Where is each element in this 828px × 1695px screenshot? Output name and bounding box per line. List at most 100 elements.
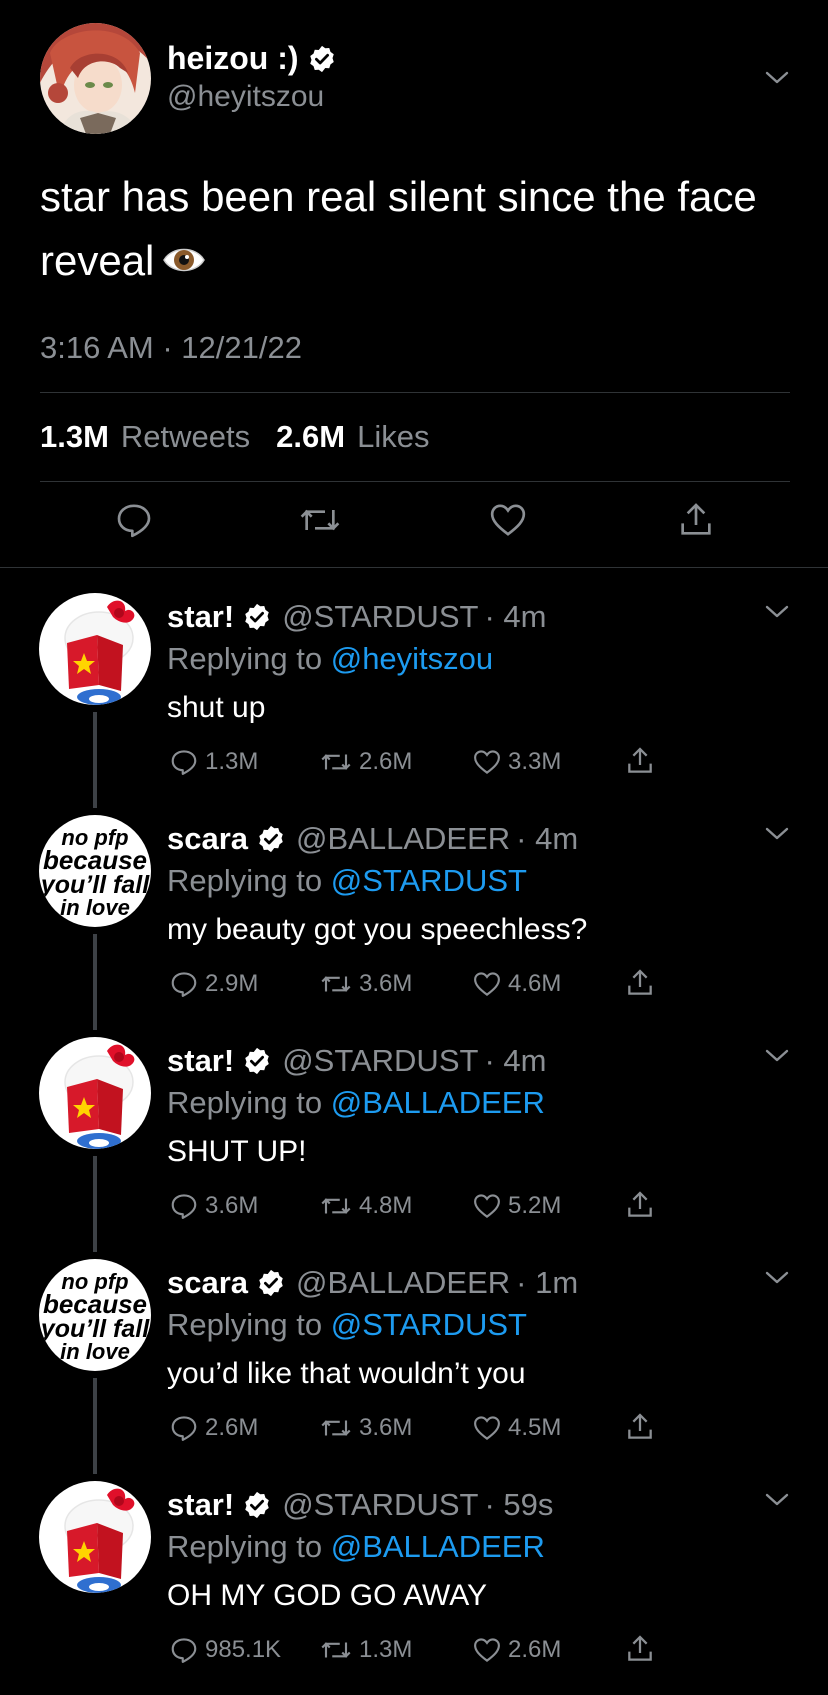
share-icon xyxy=(624,1633,656,1665)
handle[interactable]: @STARDUST xyxy=(282,599,478,635)
like-button[interactable]: 4.6M xyxy=(472,969,561,999)
star-avatar[interactable] xyxy=(39,1037,151,1149)
reply-button[interactable]: 3.6M xyxy=(169,1191,258,1221)
likes-count[interactable]: 2.6M xyxy=(276,419,345,455)
tweet-age: · 4m xyxy=(516,821,579,856)
replying-to-handle[interactable]: @STARDUST xyxy=(331,863,527,898)
retweets-count[interactable]: 1.3M xyxy=(40,419,109,455)
likes-label[interactable]: Likes xyxy=(357,419,429,455)
chevron-down-icon[interactable] xyxy=(765,1493,789,1512)
reply-icon[interactable] xyxy=(114,500,154,545)
replying-to: Replying to @STARDUST xyxy=(167,863,527,899)
retweet-icon[interactable] xyxy=(298,500,342,545)
share-icon xyxy=(624,967,656,999)
replying-to: Replying to @STARDUST xyxy=(167,1307,527,1343)
like-count: 5.2M xyxy=(508,1192,562,1219)
chevron-down-icon[interactable] xyxy=(765,1049,789,1068)
like-heart-icon xyxy=(472,969,502,999)
display-name[interactable]: scara xyxy=(167,821,248,857)
like-button[interactable]: 4.5M xyxy=(472,1413,561,1443)
replying-to-handle[interactable]: @BALLADEER xyxy=(331,1085,545,1120)
reply-button[interactable]: 1.3M xyxy=(169,747,258,777)
display-name[interactable]: star! xyxy=(167,599,234,635)
reply-icon xyxy=(169,1413,199,1443)
reply-tweet[interactable]: star! @STARDUST · 4m Replying to @BALLAD… xyxy=(0,1029,828,1251)
chevron-down-icon[interactable] xyxy=(765,605,789,624)
handle[interactable]: @BALLADEER xyxy=(296,1265,510,1301)
reply-text: shut up xyxy=(167,691,266,724)
like-button[interactable]: 3.3M xyxy=(472,747,561,777)
reply-header: star! @STARDUST · 4m xyxy=(167,599,546,635)
display-name[interactable]: star! xyxy=(167,1043,234,1079)
handle[interactable]: @BALLADEER xyxy=(296,821,510,857)
verified-badge-icon xyxy=(256,1268,286,1298)
main-action-bar xyxy=(0,500,828,550)
scara-avatar[interactable]: no pfp because you’ll fall in love xyxy=(39,815,151,927)
tweet-timestamp: 3:16 AM · 12/21/22 xyxy=(40,330,302,365)
display-name[interactable]: star! xyxy=(167,1487,234,1523)
heizou-avatar[interactable] xyxy=(40,23,151,134)
scara-avatar[interactable]: no pfp because you’ll fall in love xyxy=(39,1259,151,1371)
retweet-button[interactable]: 3.6M xyxy=(319,969,412,999)
verified-badge-icon xyxy=(242,602,272,632)
main-author-name[interactable]: heizou :) xyxy=(167,40,337,77)
retweet-icon xyxy=(319,1635,353,1665)
reply-count: 985.1K xyxy=(205,1636,282,1663)
reply-count: 3.6M xyxy=(205,1192,259,1219)
share-button[interactable] xyxy=(624,1633,656,1665)
eye-emoji-icon xyxy=(162,232,206,296)
star-avatar[interactable] xyxy=(39,1481,151,1593)
retweets-label[interactable]: Retweets xyxy=(121,419,250,455)
like-heart-icon xyxy=(472,1635,502,1665)
reply-tweet[interactable]: no pfp because you’ll fall in love scara… xyxy=(0,1251,828,1473)
reply-tweet[interactable]: no pfp because you’ll fall in love scara… xyxy=(0,807,828,1029)
reply-header: scara @BALLADEER · 1m xyxy=(167,1265,578,1301)
retweet-button[interactable]: 1.3M xyxy=(319,1635,412,1665)
tweet-age: · 4m xyxy=(484,599,547,634)
replying-to-label: Replying to xyxy=(167,641,323,676)
share-icon[interactable] xyxy=(676,500,716,545)
replying-to-handle[interactable]: @STARDUST xyxy=(331,1307,527,1342)
handle[interactable]: @STARDUST xyxy=(282,1487,478,1523)
reply-header: star! @STARDUST · 4m xyxy=(167,1043,546,1079)
chevron-down-icon[interactable] xyxy=(765,827,789,846)
replying-to-handle[interactable]: @heyitszou xyxy=(331,641,493,676)
reply-text: my beauty got you speechless? xyxy=(167,913,588,946)
like-count: 4.5M xyxy=(508,1414,562,1441)
reply-tweet[interactable]: star! @STARDUST · 4m Replying to @heyits… xyxy=(0,585,828,807)
reply-action-bar: 3.6M 4.8M 5.2M xyxy=(167,1191,687,1227)
share-button[interactable] xyxy=(624,967,656,999)
reply-action-bar: 2.9M 3.6M 4.6M xyxy=(167,969,687,1005)
tweet-stats: 1.3M Retweets 2.6M Likes xyxy=(40,419,443,455)
reply-button[interactable]: 2.6M xyxy=(169,1413,258,1443)
chevron-down-icon[interactable] xyxy=(765,71,789,85)
reply-tweet[interactable]: star! @STARDUST · 59s Replying to @BALLA… xyxy=(0,1473,828,1695)
handle[interactable]: @STARDUST xyxy=(282,1043,478,1079)
reply-button[interactable]: 985.1K xyxy=(169,1635,281,1665)
star-avatar[interactable] xyxy=(39,593,151,705)
retweet-count: 3.6M xyxy=(359,970,413,997)
reply-icon xyxy=(169,747,199,777)
like-heart-icon xyxy=(472,1191,502,1221)
replying-to-label: Replying to xyxy=(167,1529,323,1564)
share-icon xyxy=(624,745,656,777)
main-author-handle[interactable]: @heyitszou xyxy=(167,80,324,114)
retweet-button[interactable]: 2.6M xyxy=(319,747,412,777)
retweet-button[interactable]: 4.8M xyxy=(319,1191,412,1221)
like-count: 2.6M xyxy=(508,1636,562,1663)
replying-to: Replying to @heyitszou xyxy=(167,641,493,677)
share-button[interactable] xyxy=(624,1189,656,1221)
reply-button[interactable]: 2.9M xyxy=(169,969,258,999)
like-button[interactable]: 2.6M xyxy=(472,1635,561,1665)
retweet-icon xyxy=(319,1413,353,1443)
retweet-icon xyxy=(319,747,353,777)
share-button[interactable] xyxy=(624,1411,656,1443)
replying-to-handle[interactable]: @BALLADEER xyxy=(331,1529,545,1564)
chevron-down-icon[interactable] xyxy=(765,1271,789,1290)
display-name: heizou :) xyxy=(167,40,299,76)
retweet-button[interactable]: 3.6M xyxy=(319,1413,412,1443)
share-button[interactable] xyxy=(624,745,656,777)
display-name[interactable]: scara xyxy=(167,1265,248,1301)
like-button[interactable]: 5.2M xyxy=(472,1191,561,1221)
like-heart-icon[interactable] xyxy=(488,500,528,545)
